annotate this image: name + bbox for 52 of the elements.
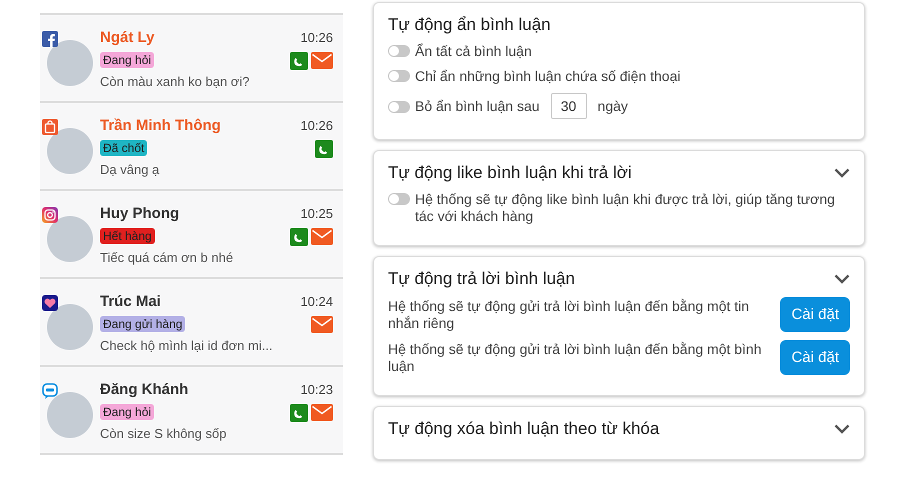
setting-label: Hệ thống sẽ tự động like bình luận khi được trả lời, giúp tăng tương tác với khách hàng [415, 191, 836, 225]
card-title: Tự động xóa bình luận theo từ khóa [388, 419, 660, 439]
status-tag: Đang hỏi [100, 404, 154, 420]
setting-label: Ẩn tất cả bình luận [415, 43, 532, 60]
message-time: 10:26 [300, 117, 333, 135]
settings-button[interactable]: Cài đặt [780, 297, 850, 332]
avatar-placeholder [47, 304, 93, 350]
card-title: Tự động trả lời bình luận [388, 269, 575, 289]
setting-label: Bỏ ẩn bình luận sau [415, 98, 540, 114]
status-tag: Đã chốt [100, 140, 148, 156]
avatar-placeholder [47, 128, 93, 174]
message-preview: Còn size S không sốp [100, 426, 228, 441]
card-title: Tự động like bình luận khi trả lời [388, 163, 632, 183]
contact-name: Trúc Mai [100, 293, 162, 311]
chat-bubble-icon [42, 383, 58, 399]
camera-icon [42, 207, 58, 223]
message-preview: Tiếc quá cám ơn b nhé [100, 250, 234, 265]
avatar-placeholder [47, 216, 93, 262]
conversation-item[interactable]: Đăng Khánh Đang hỏi Còn size S không sốp 10:23 [40, 367, 343, 455]
message-preview: Dạ vâng ạ [100, 162, 160, 177]
avatar-placeholder [47, 40, 93, 86]
message-preview: Còn màu xanh ko bạn ơi? [100, 74, 250, 89]
message-time: 10:25 [300, 205, 333, 223]
message-preview: Check hộ mình lại id đơn mi... [100, 338, 273, 353]
unit-label: ngày [598, 98, 628, 114]
toggle-switch[interactable] [388, 101, 410, 113]
conversation-item[interactable]: Huy Phong Hết hàng Tiếc quá cám ơn b nhé 10:25 [40, 191, 343, 279]
settings-button[interactable]: Cài đặt [780, 340, 850, 375]
avatar-placeholder [47, 392, 93, 438]
status-tag: Hết hàng [100, 228, 155, 244]
contact-name: Trần Minh Thông [100, 117, 222, 135]
toggle-switch[interactable] [388, 45, 410, 57]
message-time: 10:23 [300, 381, 333, 399]
setting-label: Chỉ ẩn những bình luận chứa số điện thoại [415, 68, 680, 85]
toggle-switch[interactable] [388, 70, 410, 82]
toggle-switch[interactable] [388, 193, 410, 205]
card-title: Tự động ẩn bình luận [388, 15, 551, 35]
status-tag: Đang gửi hàng [100, 316, 186, 332]
setting-description: Hệ thống sẽ tự động gửi trả lời bình luận đến bằng một bình luận [388, 340, 763, 374]
shopping-bag-icon [42, 119, 58, 135]
message-time: 10:26 [300, 29, 333, 47]
days-input[interactable]: 30 [550, 93, 587, 119]
contact-name: Ngát Ly [100, 29, 156, 47]
conversation-item[interactable]: Trần Minh Thông Đã chốt Dạ vâng ạ 10:26 [40, 103, 343, 191]
conversation-item[interactable]: Trúc Mai Đang gửi hàng Check hộ mình lại id đơn mi... 10:24 [40, 279, 343, 367]
contact-name: Huy Phong [100, 205, 180, 223]
conversation-item[interactable]: Ngát Ly Đang hỏi Còn màu xanh ko bạn ơi? 10:26 [40, 15, 343, 103]
setting-description: Hệ thống sẽ tự động gửi trả lời bình luận đến bằng một tin nhắn riêng [388, 298, 750, 332]
status-tag: Đang hỏi [100, 52, 154, 68]
message-time: 10:24 [300, 293, 333, 311]
contact-name: Đăng Khánh [100, 381, 190, 399]
facebook-icon [42, 31, 58, 47]
